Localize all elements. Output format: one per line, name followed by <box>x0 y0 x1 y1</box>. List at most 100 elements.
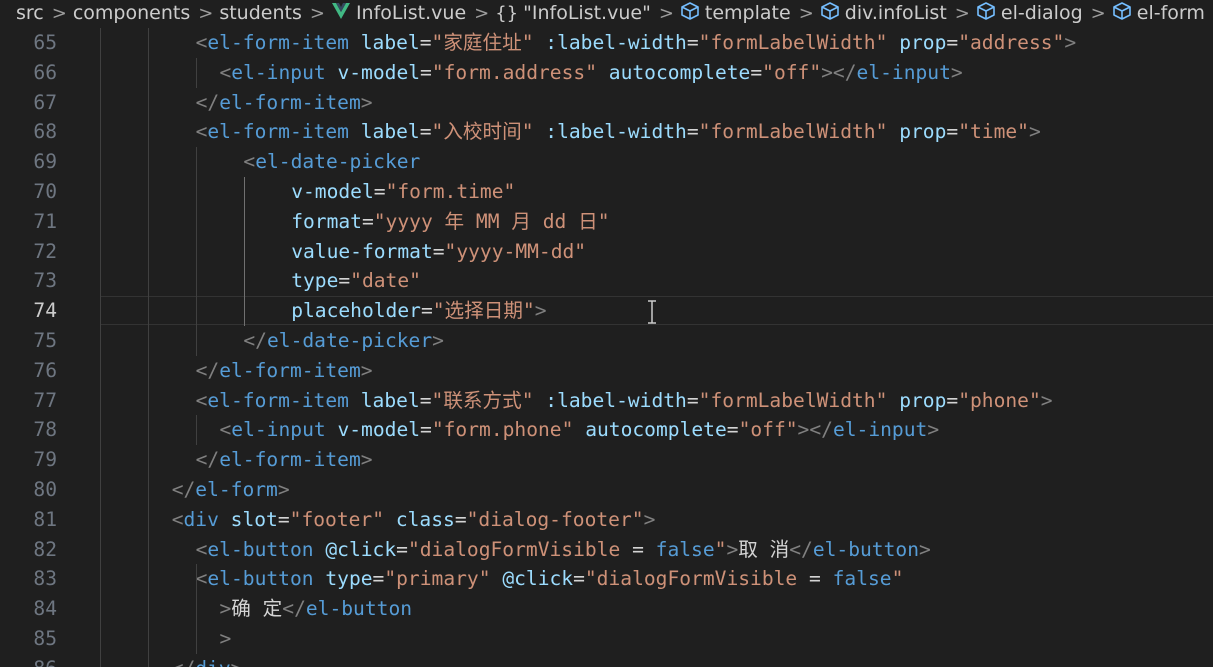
breadcrumb-item[interactable]: students <box>219 2 302 24</box>
code-token: :label-width <box>545 388 687 412</box>
code-token: el-button <box>812 537 919 561</box>
code-token: < <box>195 120 208 144</box>
breadcrumb-label: students <box>219 2 302 24</box>
code-line[interactable]: 77 <el-form-item label="联系方式" :label-widt… <box>0 386 1213 416</box>
breadcrumb-label: InfoList.vue <box>355 2 467 24</box>
code-token: "家庭住址" <box>431 31 534 54</box>
code-token: v-model <box>337 418 421 442</box>
code-token: prop <box>899 120 947 144</box>
code-line[interactable]: 74 placeholder="选择日期"> <box>0 296 1213 326</box>
breadcrumb-item[interactable]: src <box>16 2 44 24</box>
breadcrumb-item[interactable]: el-form <box>1112 1 1205 26</box>
code-line[interactable]: 67 </el-form-item> <box>0 88 1213 118</box>
code-token: slot <box>230 507 278 531</box>
breadcrumb-item[interactable]: InfoList.vue <box>331 2 466 25</box>
code-line[interactable]: 65 <el-form-item label="家庭住址" :label-widt… <box>0 28 1213 58</box>
code-line[interactable]: 78 <el-input v-model="form.phone" autocom… <box>0 415 1213 445</box>
code-line[interactable]: 81 <div slot="footer" class="dialog-foote… <box>0 505 1213 535</box>
code-token: "form.phone" <box>431 418 574 442</box>
breadcrumb-label: div.infoList <box>844 2 947 24</box>
code-token: el-form-item <box>219 90 361 114</box>
code-text: <el-input v-model="form.phone" autocompl… <box>220 415 940 445</box>
breadcrumb-item[interactable]: template <box>680 1 791 26</box>
code-token: "联系方式" <box>431 388 534 412</box>
code-line[interactable]: 86 </div> <box>0 654 1213 667</box>
code-token: > <box>919 537 931 561</box>
cube-icon <box>680 1 700 26</box>
line-number: 72 <box>33 239 57 263</box>
code-line[interactable]: 73 type="date" <box>0 266 1213 296</box>
code-token: "off" <box>738 418 798 442</box>
code-token: = <box>361 209 374 233</box>
line-number: 67 <box>33 90 57 114</box>
code-token: = <box>419 388 432 412</box>
code-token: = <box>797 567 833 591</box>
line-number: 86 <box>0 654 57 667</box>
code-token: el-input <box>231 60 326 84</box>
code-token: label <box>360 388 420 412</box>
code-line[interactable]: 75 </el-date-picker> <box>0 326 1213 356</box>
line-number: 77 <box>33 388 57 412</box>
code-text: </el-form-item> <box>196 445 373 475</box>
code-token: = <box>419 120 432 144</box>
code-token: "time" <box>958 120 1029 144</box>
code-token: = <box>686 388 699 412</box>
code-token: "formLabelWidth" <box>698 388 888 412</box>
chevron-right-icon: > <box>474 2 490 24</box>
code-token: v-model <box>337 60 421 84</box>
code-token: el-button <box>305 597 413 621</box>
code-token: = <box>454 507 467 531</box>
code-token: > <box>1028 120 1041 144</box>
indent-guide <box>196 57 197 88</box>
code-token: = <box>686 120 699 144</box>
code-line[interactable]: 66 <el-input v-model="form.address" autoc… <box>0 58 1213 88</box>
breadcrumb-item[interactable]: el-dialog <box>976 1 1083 26</box>
code-token: el-form-item <box>207 120 349 144</box>
code-line[interactable]: 76 </el-form-item> <box>0 356 1213 386</box>
code-token: = <box>338 269 351 293</box>
code-token: </ <box>172 657 196 667</box>
code-line[interactable]: 80 </el-form> <box>0 475 1213 505</box>
code-line[interactable]: 84 >确 定</el-button <box>0 594 1213 624</box>
code-line[interactable]: 79 </el-form-item> <box>0 445 1213 475</box>
chevron-right-icon: > <box>198 2 214 24</box>
cube-icon <box>1112 1 1132 26</box>
code-text: type="date" <box>291 266 421 296</box>
code-token: = <box>946 31 959 54</box>
code-token: > <box>726 537 739 561</box>
code-line[interactable]: 70 v-model="form.time" <box>0 177 1213 207</box>
code-line[interactable]: 71 format="yyyy 年 MM 月 dd 日" <box>0 207 1213 237</box>
chevron-right-icon: > <box>658 2 674 24</box>
code-token: "form.time" <box>385 180 516 203</box>
code-editor[interactable]: 65 <el-form-item label="家庭住址" :label-widt… <box>0 26 1213 667</box>
code-token: > <box>219 627 232 650</box>
code-line[interactable]: 82 <el-button @click="dialogFormVisible =… <box>0 535 1213 565</box>
code-text: </el-form-item> <box>196 88 373 118</box>
line-number: 81 <box>33 507 57 531</box>
chevron-right-icon: > <box>798 2 814 24</box>
breadcrumb-item[interactable]: {} "InfoList.vue" <box>495 2 651 24</box>
code-line[interactable]: 83 <el-button type="primary" @click="dial… <box>0 564 1213 594</box>
breadcrumb-item[interactable]: components <box>73 2 190 24</box>
code-token: "dialog-footer" <box>466 507 644 531</box>
code-token: el-form <box>195 478 278 501</box>
code-text: </div> <box>172 654 243 667</box>
code-token: "yyyy 年 MM 月 dd 日" <box>373 209 610 233</box>
code-line[interactable]: 68 <el-form-item label="入校时间" :label-widt… <box>0 117 1213 147</box>
code-token: = <box>420 60 432 84</box>
code-line[interactable]: 69 <el-date-picker <box>0 147 1213 177</box>
code-token: label <box>360 120 420 144</box>
code-token: > <box>360 358 373 382</box>
breadcrumb-item[interactable]: div.infoList <box>820 1 947 26</box>
code-token: < <box>171 507 184 531</box>
code-token: < <box>195 31 208 54</box>
code-token: = <box>573 567 585 591</box>
code-line[interactable]: 85 > <box>0 624 1213 654</box>
code-token: type <box>325 567 373 591</box>
code-token: el-date-picker <box>266 329 433 352</box>
code-line[interactable]: 72 value-format="yyyy-MM-dd" <box>0 237 1213 267</box>
